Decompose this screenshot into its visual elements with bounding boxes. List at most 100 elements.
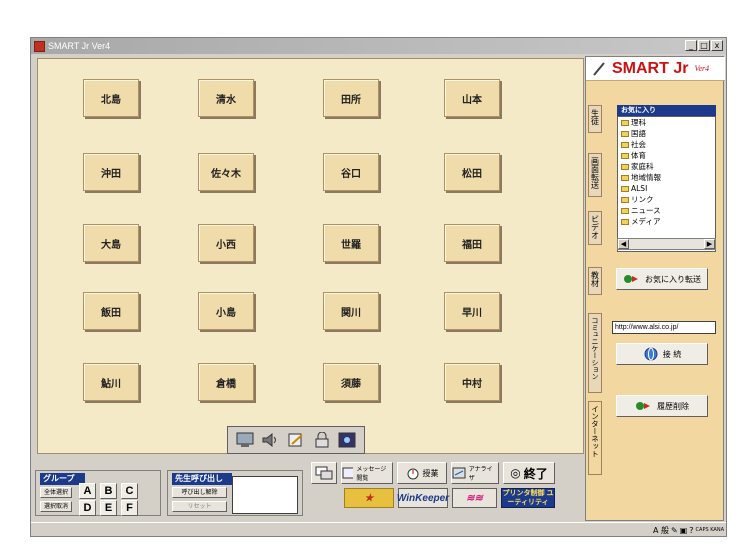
deselect-button[interactable]: 選択取消 — [40, 501, 72, 512]
group-c-button[interactable]: C — [121, 483, 138, 499]
power-icon: ◎ — [510, 466, 521, 480]
seat-button[interactable]: 田所 — [323, 79, 379, 117]
favorites-scrollbar[interactable]: ◀ ▶ — [617, 238, 716, 250]
favorites-transfer-label: お気に入り転送 — [645, 274, 701, 284]
favorites-header: お気に入り — [617, 105, 716, 116]
folder-icon — [621, 174, 629, 181]
list-item[interactable]: 体育 — [618, 150, 715, 161]
reset-button[interactable]: リセット — [172, 501, 227, 512]
status-bar: A 般 ✎ ▣ ? CAPS KANA — [31, 522, 726, 536]
connect-button[interactable]: 接 続 — [616, 343, 708, 365]
seat-map: 北島 清水 田所 山本 沖田 佐々木 谷口 松田 大島 小西 世羅 福田 飯田 … — [37, 58, 584, 454]
group-a-button[interactable]: A — [79, 483, 96, 499]
seat-button[interactable]: 須藤 — [323, 363, 379, 401]
right-panel: SMART Jr Ver4 生徒 画面転送 ビデオ 教材 コミュニケーション イ… — [585, 56, 725, 521]
analyzer-icon — [452, 467, 466, 479]
timer-icon — [407, 468, 418, 480]
winkeeper-logo[interactable]: WinKeeper — [397, 488, 449, 508]
teacher-call-panel: 先生呼び出し 呼び出し解除 リセット — [167, 470, 303, 516]
seat-button[interactable]: 小西 — [198, 224, 254, 262]
pen-icon — [593, 61, 605, 76]
tab-materials[interactable]: 教材 — [588, 267, 602, 295]
seat-button[interactable]: 大島 — [83, 224, 139, 262]
smart-logo[interactable]: ★ — [344, 488, 394, 508]
monitor-icon[interactable] — [235, 430, 255, 450]
scroll-right-icon[interactable]: ▶ — [704, 239, 715, 249]
maximize-button[interactable]: □ — [698, 40, 710, 51]
list-item[interactable]: リンク — [618, 194, 715, 205]
brand-header: SMART Jr Ver4 — [586, 57, 725, 81]
system-tray: A 般 ✎ ▣ ? CAPS KANA — [653, 524, 724, 536]
delete-history-icon — [636, 402, 650, 410]
screen-icon[interactable] — [337, 430, 357, 450]
seat-button[interactable]: 谷口 — [323, 153, 379, 191]
exit-button[interactable]: ◎ 終了 — [503, 462, 555, 484]
list-item[interactable]: 家庭科 — [618, 161, 715, 172]
list-item[interactable]: メディア — [618, 216, 715, 227]
history-delete-button[interactable]: 履歴削除 — [616, 395, 708, 417]
release-call-button[interactable]: 呼び出し解除 — [172, 487, 227, 498]
favorites-transfer-button[interactable]: お気に入り転送 — [616, 268, 708, 290]
list-item[interactable]: 国語 — [618, 128, 715, 139]
seat-button[interactable]: 沖田 — [83, 153, 139, 191]
scroll-left-icon[interactable]: ◀ — [618, 239, 629, 249]
group-e-button[interactable]: E — [100, 500, 117, 516]
dictionary-icon[interactable]: ▣ — [680, 526, 688, 535]
ime-tool-icon[interactable]: ✎ — [671, 526, 678, 535]
list-item[interactable]: ALSI — [618, 183, 715, 194]
select-all-button[interactable]: 全体選択 — [40, 487, 72, 498]
group-d-button[interactable]: D — [79, 500, 96, 516]
app-icon — [34, 40, 45, 52]
folder-icon — [621, 119, 629, 126]
transfer-icon — [624, 275, 638, 283]
seat-button[interactable]: 小島 — [198, 292, 254, 330]
folder-icon — [621, 196, 629, 203]
tab-communication[interactable]: コミュニケーション — [588, 313, 602, 393]
favorites-list[interactable]: 理科 国語 社会 体育 家庭科 地域情報 ALSI リンク ニュース メディア — [617, 116, 716, 252]
softmanaged-logo[interactable]: ≋≋ — [452, 488, 497, 508]
tab-internet[interactable]: インターネット — [588, 401, 602, 475]
seat-button[interactable]: 北島 — [83, 79, 139, 117]
exit-label: 終了 — [523, 466, 548, 481]
url-input[interactable]: http://www.alsi.co.jp/ — [612, 321, 716, 334]
lock-icon[interactable] — [312, 430, 332, 450]
call-display — [232, 476, 298, 514]
list-item[interactable]: 社会 — [618, 139, 715, 150]
seat-button[interactable]: 世羅 — [323, 224, 379, 262]
seat-button[interactable]: 倉橋 — [198, 363, 254, 401]
window-switch-button[interactable] — [311, 462, 337, 484]
seat-button[interactable]: 飯田 — [83, 292, 139, 330]
lesson-button[interactable]: 授業 — [397, 462, 447, 484]
message-button[interactable]: メッセージ 閲覧 — [341, 462, 393, 484]
tab-screen-transfer[interactable]: 画面転送 — [588, 153, 602, 197]
tab-video[interactable]: ビデオ — [588, 211, 602, 245]
seat-button[interactable]: 福田 — [444, 224, 500, 262]
lesson-label: 授業 — [422, 468, 439, 478]
list-item[interactable]: 理科 — [618, 117, 715, 128]
minimize-button[interactable]: _ — [685, 40, 697, 51]
ime-indicator[interactable]: A 般 — [653, 525, 669, 536]
list-item[interactable]: 地域情報 — [618, 172, 715, 183]
seat-button[interactable]: 中村 — [444, 363, 500, 401]
close-button[interactable]: x — [711, 40, 723, 51]
folder-icon — [621, 141, 629, 148]
group-f-button[interactable]: F — [121, 500, 138, 516]
printer-utility-logo[interactable]: プリンタ制御 ユーティリティ — [501, 488, 555, 508]
list-item[interactable]: ニュース — [618, 205, 715, 216]
seat-button[interactable]: 松田 — [444, 153, 500, 191]
folder-icon — [621, 218, 629, 225]
teacher-call-label: 先生呼び出し — [172, 473, 232, 485]
group-b-button[interactable]: B — [100, 483, 117, 499]
seat-button[interactable]: 関川 — [323, 292, 379, 330]
edit-icon[interactable] — [286, 430, 306, 450]
speaker-icon[interactable] — [260, 430, 280, 450]
tab-students[interactable]: 生徒 — [588, 105, 602, 133]
group-panel: グループ 全体選択 選択取消 A B C D E F — [35, 470, 161, 516]
seat-button[interactable]: 早川 — [444, 292, 500, 330]
seat-button[interactable]: 鮎川 — [83, 363, 139, 401]
seat-button[interactable]: 清水 — [198, 79, 254, 117]
help-icon[interactable]: ? — [689, 526, 693, 535]
seat-button[interactable]: 佐々木 — [198, 153, 254, 191]
analyzer-button[interactable]: アナライザ — [451, 462, 499, 484]
seat-button[interactable]: 山本 — [444, 79, 500, 117]
